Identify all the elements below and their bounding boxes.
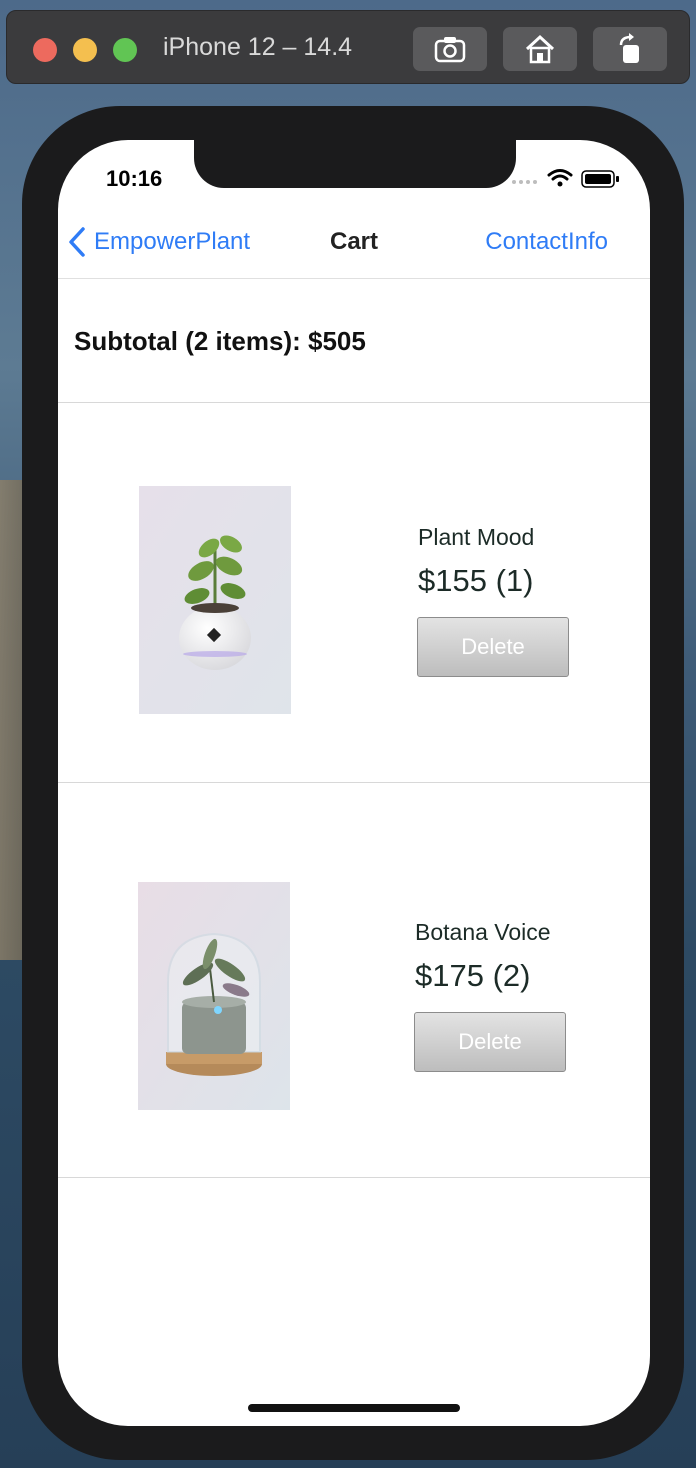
divider — [58, 1177, 650, 1178]
delete-button[interactable]: Delete — [417, 617, 569, 677]
cart-item-botana-voice: Botana Voice $175 (2) Delete — [58, 783, 650, 1161]
product-price: $175 (2) — [415, 958, 531, 993]
rotate-button[interactable] — [593, 27, 667, 71]
wifi-icon — [547, 169, 573, 181]
status-icons — [510, 166, 622, 195]
home-icon — [525, 34, 555, 64]
subtotal-label: Subtotal (2 items): $505 — [74, 326, 366, 356]
home-indicator[interactable] — [248, 1404, 460, 1412]
product-price: $155 (1) — [418, 563, 534, 598]
home-button[interactable] — [503, 27, 577, 71]
notch — [194, 140, 516, 188]
navigation-bar: EmpowerPlant Cart ContactInfo — [58, 210, 650, 279]
simulator-title: iPhone 12 – 14.4 — [163, 33, 353, 61]
product-name: Botana Voice — [415, 919, 551, 945]
cart-item-plant-mood: Plant Mood $155 (1) Delete — [58, 403, 650, 781]
zoom-window-button[interactable] — [113, 38, 137, 62]
iphone-screen: 10:16 EmpowerPlant Cart ContactInfo Subt… — [58, 140, 650, 1426]
minimize-window-button[interactable] — [73, 38, 97, 62]
status-time: 10:16 — [106, 166, 163, 191]
contact-info-button[interactable]: ContactInfo — [485, 228, 608, 256]
screenshot-icon — [434, 37, 466, 63]
screenshot-button[interactable] — [413, 27, 487, 71]
close-window-button[interactable] — [33, 38, 57, 62]
delete-button[interactable]: Delete — [414, 1012, 566, 1072]
product-image-botana-voice — [138, 882, 290, 1110]
iphone-device-frame: 10:16 EmpowerPlant Cart ContactInfo Subt… — [22, 106, 684, 1460]
cellular-signal-icon — [512, 180, 537, 184]
rotate-icon — [619, 33, 639, 63]
product-image-plant-mood — [139, 486, 291, 714]
product-name: Plant Mood — [418, 524, 535, 550]
battery-icon — [581, 170, 619, 188]
simulator-titlebar: iPhone 12 – 14.4 — [6, 10, 690, 84]
